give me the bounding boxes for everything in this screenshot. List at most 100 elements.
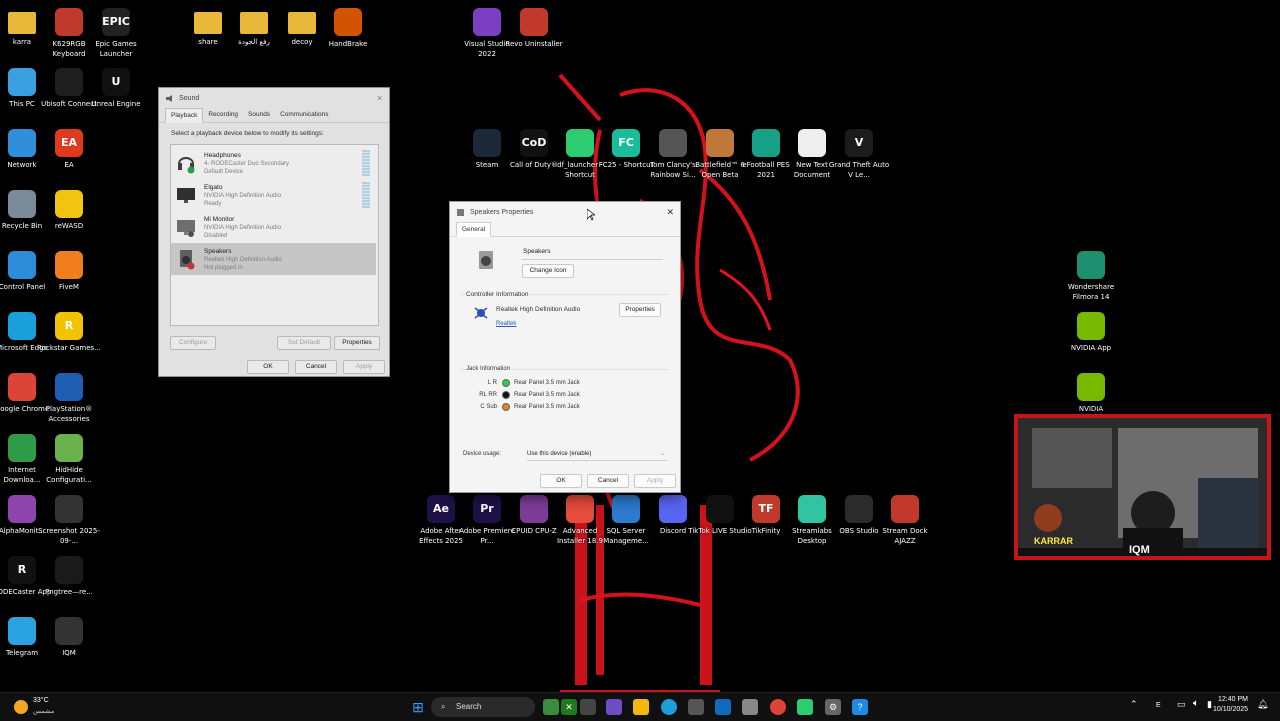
speakers-title-bar[interactable]: Speakers Properties ✕ xyxy=(450,202,680,222)
rodecaster-icon: R xyxy=(8,556,36,584)
speaker-icon xyxy=(180,250,195,270)
tab-communications[interactable]: Communications xyxy=(275,108,333,122)
nvidia-icon xyxy=(1077,373,1105,401)
folder-icon xyxy=(194,12,222,34)
device-mi-monitor[interactable]: Mi Monitor NVIDIA High Definition Audio … xyxy=(171,211,376,243)
speakers-cancel-button[interactable]: Cancel xyxy=(587,474,629,488)
idm-icon xyxy=(8,434,36,462)
device-usage-select[interactable]: Use this device (enable) ⌄ xyxy=(527,448,667,461)
desktop-icon-handbrake[interactable]: HandBrake xyxy=(316,8,380,49)
desktop-icon-rewasd[interactable]: reWASD xyxy=(37,190,101,231)
desktop-icon-label: Epic Games Launcher xyxy=(95,40,137,58)
weather-widget[interactable]: 33°C مشمس xyxy=(12,696,72,718)
tab-playback[interactable]: Playback xyxy=(165,108,204,123)
desktop-icon-nvidia[interactable]: NVIDIA xyxy=(1059,373,1123,414)
outlook-icon[interactable] xyxy=(715,699,731,715)
speakers-apply-button[interactable]: Apply xyxy=(634,474,676,488)
desktop-icon-epic-games[interactable]: EPIC Epic Games Launcher xyxy=(84,8,148,59)
device-usage-label: Device usage: xyxy=(463,451,502,457)
desktop-icon-label: PlayStation® Accessories xyxy=(45,405,93,423)
device-name-field[interactable]: Speakers xyxy=(522,248,663,260)
device-status: Ready xyxy=(204,201,222,207)
fc25-icon: FC xyxy=(612,129,640,157)
mouse-cursor-icon xyxy=(587,209,595,221)
sound-cancel-button[interactable]: Cancel xyxy=(295,360,337,374)
mouse-settings-icon[interactable] xyxy=(742,699,758,715)
edge-taskbar-icon[interactable] xyxy=(661,699,677,715)
start-button[interactable]: ⊞ xyxy=(410,699,426,715)
desktop-icon-fivem[interactable]: FiveM xyxy=(37,251,101,292)
task-view-icon[interactable] xyxy=(580,699,596,715)
desktop-icon-image-file[interactable]: Screenshot 2025-09-... xyxy=(37,495,101,546)
chevron-up-icon[interactable]: ⌃ xyxy=(1130,699,1138,710)
tab-sounds[interactable]: Sounds xyxy=(243,108,275,122)
battery-icon[interactable]: ▮ xyxy=(1207,699,1212,710)
device-headphones[interactable]: Headphones 4- RODECaster Duo Secondary D… xyxy=(171,147,376,179)
change-icon-button[interactable]: Change Icon xyxy=(522,264,574,278)
desktop-icon-label: Wondershare Filmora 14 xyxy=(1067,283,1115,301)
notification-bell-icon[interactable]: 🔔︎ xyxy=(1257,699,1268,710)
image-file-icon xyxy=(55,556,83,584)
desktop-icon-revo-uninstaller[interactable]: Revo Uninstaller xyxy=(502,8,566,49)
desktop-icon-rockstar[interactable]: R Rockstar Games... xyxy=(37,312,101,353)
copilot-icon[interactable] xyxy=(543,699,559,715)
sound-ok-button[interactable]: OK xyxy=(247,360,289,374)
folder-icon xyxy=(8,12,36,34)
premiere-pro-icon: Pr xyxy=(473,495,501,523)
realtek-link[interactable]: Realtek xyxy=(496,321,516,327)
configure-button[interactable]: Configure xyxy=(170,336,216,350)
playback-device-list[interactable]: Headphones 4- RODECaster Duo Secondary D… xyxy=(170,144,379,326)
desktop-icon-unreal-engine[interactable]: U Unreal Engine xyxy=(84,68,148,109)
help-icon[interactable]: ? xyxy=(852,699,868,715)
recycle-bin-icon xyxy=(8,190,36,218)
close-icon[interactable]: ✕ xyxy=(666,207,674,218)
speakers-ok-button[interactable]: OK xyxy=(540,474,582,488)
visual-studio-icon xyxy=(473,8,501,36)
desktop-icon-image-file[interactable]: Pngtree—re... xyxy=(37,556,101,597)
sound-apply-button[interactable]: Apply xyxy=(343,360,385,374)
desktop-icon-label: NVIDIA App xyxy=(1070,344,1112,352)
store-icon[interactable] xyxy=(688,699,704,715)
settings-gear-icon[interactable]: ⚙ xyxy=(825,699,841,715)
device-speakers[interactable]: Speakers Realtek High Definition Audio N… xyxy=(171,243,376,275)
tab-general[interactable]: General xyxy=(456,222,492,237)
desktop-icon-nvidia[interactable]: NVIDIA App xyxy=(1059,312,1123,353)
folder-icon xyxy=(240,12,268,34)
speakers-properties-window[interactable]: Speakers Properties ✕ General Speakers C… xyxy=(449,201,681,493)
green-app-icon[interactable] xyxy=(797,699,813,715)
clock-time[interactable]: 12:40 PM xyxy=(1218,696,1248,703)
sound-properties-button[interactable]: Properties xyxy=(334,336,380,350)
input-language[interactable]: E xyxy=(1156,702,1161,709)
desktop-icon-label: Grand Theft Auto V Le... xyxy=(828,161,890,179)
set-default-button[interactable]: Set Default xyxy=(277,336,331,350)
clock-date[interactable]: 10/10/2025 xyxy=(1213,706,1248,713)
sound-window[interactable]: Sound ✕ Playback Recording Sounds Commun… xyxy=(158,87,390,377)
sound-title-bar[interactable]: Sound ✕ xyxy=(159,88,389,108)
copilot-app-icon[interactable] xyxy=(606,699,622,715)
image-file-icon xyxy=(55,495,83,523)
controller-heading: Controller Information xyxy=(465,291,530,298)
network-icon[interactable]: ▭ xyxy=(1177,699,1186,710)
playstation-icon xyxy=(55,373,83,401)
device-elgato[interactable]: Elgato NVIDIA High Definition Audio Read… xyxy=(171,179,376,211)
desktop-icon-iqm-logo[interactable]: IQM xyxy=(37,617,101,658)
search-icon: ⌕ xyxy=(441,702,446,711)
desktop-icon-ea[interactable]: EA EA xyxy=(37,129,101,170)
chrome-taskbar-icon[interactable] xyxy=(770,699,786,715)
desktop-icon-playstation[interactable]: PlayStation® Accessories xyxy=(37,373,101,424)
tab-recording[interactable]: Recording xyxy=(203,108,243,122)
search-box[interactable]: ⌕ Search xyxy=(431,697,535,717)
desktop-icon-hidhide[interactable]: HidHide Configurati... xyxy=(37,434,101,485)
xbox-icon[interactable]: ✕ xyxy=(561,699,577,715)
desktop-icon-filmora[interactable]: Wondershare Filmora 14 xyxy=(1059,251,1123,302)
desktop-icon-stream-dock[interactable]: Stream Dock AJAZZ xyxy=(873,495,937,546)
volume-icon[interactable]: 🔈︎ xyxy=(1193,698,1199,709)
telegram-icon xyxy=(8,617,36,645)
close-icon[interactable]: ✕ xyxy=(376,94,383,103)
file-explorer-icon[interactable] xyxy=(633,699,649,715)
controller-properties-button[interactable]: Properties xyxy=(619,303,661,317)
call-of-duty-icon: CoD xyxy=(520,129,548,157)
desktop-icon-label: Stream Dock AJAZZ xyxy=(882,527,928,545)
jack-row: RL RR Rear Panel 3.5 mm Jack xyxy=(469,391,580,399)
desktop-icon-gta-v[interactable]: V Grand Theft Auto V Le... xyxy=(827,129,891,180)
